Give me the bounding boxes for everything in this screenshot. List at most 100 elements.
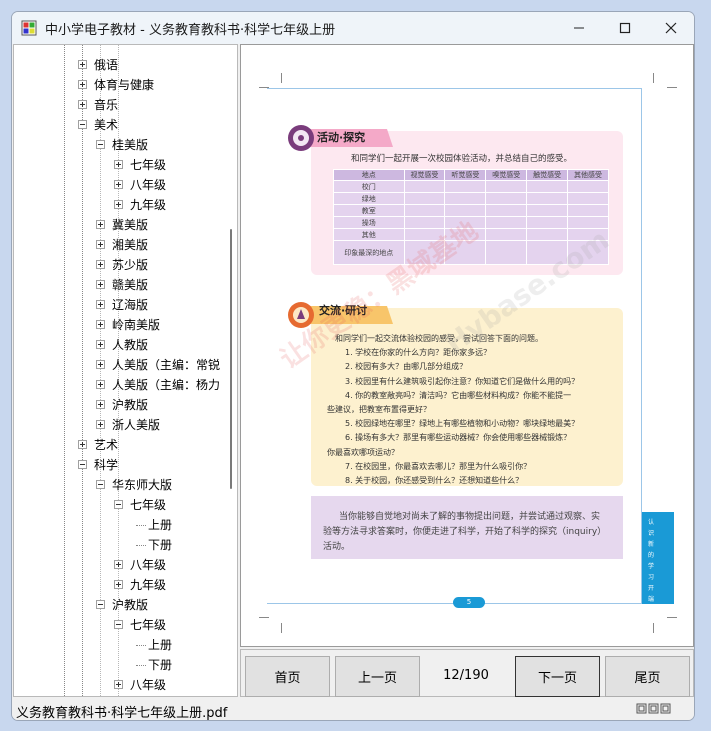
tree-node[interactable]: 沪教版: [14, 395, 229, 415]
collapse-icon[interactable]: [96, 480, 105, 489]
minimize-button[interactable]: [556, 12, 602, 44]
table-row: 绿地: [333, 192, 609, 205]
tree-node[interactable]: 音乐: [14, 95, 229, 115]
tree-node[interactable]: 苏少版: [14, 255, 229, 275]
collapse-icon[interactable]: [78, 460, 87, 469]
tree-node-label: 八年级: [130, 178, 167, 192]
collapse-icon[interactable]: [114, 500, 123, 509]
tree-node[interactable]: 八年级: [14, 675, 229, 695]
pdf-viewer[interactable]: 活动·探究 和同学们一起开展一次校园体验活动，并总结自己的感受。 地点 视觉感受听…: [240, 44, 694, 647]
table-header-cell: 嗅觉感受: [485, 169, 528, 181]
tree-node[interactable]: 七年级: [14, 495, 229, 515]
tree-node[interactable]: 科学: [14, 455, 229, 475]
tree-node[interactable]: 沪教版: [14, 595, 229, 615]
expand-icon[interactable]: [78, 100, 87, 109]
crop-mark: [281, 73, 282, 83]
tree-node-label: 艺术: [94, 438, 119, 452]
tree-node[interactable]: 七年级: [14, 155, 229, 175]
expand-icon[interactable]: [96, 380, 105, 389]
tree-node[interactable]: 湘美版: [14, 235, 229, 255]
tree-node[interactable]: 人美版（主编：常锐: [14, 355, 229, 375]
tree-node[interactable]: 下册: [14, 535, 229, 555]
app-window: 中小学电子教材 - 义务教育教科书·科学七年级上册 俄语 体育与健康 音乐 美术 桂美版…: [11, 11, 695, 721]
side-tab-char: 端: [648, 596, 655, 603]
expand-icon[interactable]: [96, 420, 105, 429]
note-line: 活动。: [323, 542, 351, 552]
expand-icon[interactable]: [114, 160, 123, 169]
table-header-cell: 地点: [333, 169, 405, 181]
maximize-button[interactable]: [602, 12, 648, 44]
side-tab-char: 开: [648, 585, 655, 592]
tree-node[interactable]: 艺术: [14, 435, 229, 455]
textbook-tree[interactable]: 俄语 体育与健康 音乐 美术 桂美版 七年级 八年级 九年级 冀美版 湘美版 苏少版 赣美版 辽海版 岭南…: [13, 44, 238, 697]
tree-node[interactable]: 八年级: [14, 555, 229, 575]
expand-icon[interactable]: [78, 440, 87, 449]
expand-icon[interactable]: [78, 80, 87, 89]
tree-node[interactable]: 上册: [14, 635, 229, 655]
expand-icon[interactable]: [114, 580, 123, 589]
tree-node-label: 七年级: [130, 618, 167, 632]
tree-node[interactable]: 桂美版: [14, 135, 229, 155]
expand-icon[interactable]: [96, 360, 105, 369]
exchange-line: 5. 校园绿地在哪里？绿地上有哪些植物和小动物？哪块绿地最美？: [345, 419, 580, 429]
tree-node-label: 岭南美版: [112, 318, 161, 332]
tree-node[interactable]: 美术: [14, 115, 229, 135]
page-navigation: 首页 上一页 12/190 下一页 尾页: [240, 649, 694, 697]
resize-grip-icon[interactable]: [636, 703, 672, 715]
tree-node[interactable]: 辽海版: [14, 295, 229, 315]
tree-node[interactable]: 华东师大版: [14, 475, 229, 495]
tree-node-label: 苏少版: [112, 258, 149, 272]
expand-icon[interactable]: [96, 300, 105, 309]
last-page-button[interactable]: 尾页: [605, 656, 690, 697]
tree-node-label: 华东师大版: [112, 478, 173, 492]
expand-icon[interactable]: [96, 280, 105, 289]
tree-node[interactable]: 八年级: [14, 175, 229, 195]
expand-icon[interactable]: [114, 200, 123, 209]
collapse-icon[interactable]: [78, 120, 87, 129]
crop-mark: [653, 623, 654, 633]
table-cell: [567, 180, 609, 193]
tree-node[interactable]: 人教版: [14, 335, 229, 355]
collapse-icon[interactable]: [96, 600, 105, 609]
note-line: 验等方法寻求答案时，你便走进了科学，开始了科学的探究（inquiry）: [323, 527, 607, 537]
table-cell: 操场: [333, 216, 405, 229]
crop-mark: [667, 617, 677, 618]
tree-node[interactable]: 冀美版: [14, 215, 229, 235]
collapse-icon[interactable]: [96, 140, 105, 149]
tree-node[interactable]: 岭南美版: [14, 315, 229, 335]
side-tab-char: 学: [648, 563, 655, 570]
expand-icon[interactable]: [114, 560, 123, 569]
expand-icon[interactable]: [96, 320, 105, 329]
exchange-line: 些建议，把教室布置得更好？: [327, 405, 431, 414]
close-button[interactable]: [648, 12, 694, 44]
tree-node[interactable]: 下册: [14, 655, 229, 675]
collapse-icon[interactable]: [114, 620, 123, 629]
expand-icon[interactable]: [96, 400, 105, 409]
tree-node[interactable]: 浙人美版: [14, 415, 229, 435]
tree-node[interactable]: 九年级: [14, 575, 229, 595]
expand-icon[interactable]: [114, 680, 123, 689]
expand-icon[interactable]: [96, 220, 105, 229]
exchange-line: 和同学们一起交流体验校园的感受，尝试回答下面的问题。: [335, 334, 543, 343]
tree-vertical-scrollbar[interactable]: [230, 229, 232, 489]
tree-node[interactable]: 人美版（主编：杨力: [14, 375, 229, 395]
tree-node[interactable]: 九年级: [14, 195, 229, 215]
expand-icon[interactable]: [96, 340, 105, 349]
tree-node-label: 科学: [94, 458, 119, 472]
previous-page-button[interactable]: 上一页: [335, 656, 420, 697]
tree-node[interactable]: 七年级: [14, 615, 229, 635]
title-bar[interactable]: 中小学电子教材 - 义务教育教科书·科学七年级上册: [12, 12, 694, 44]
expand-icon[interactable]: [114, 180, 123, 189]
expand-icon[interactable]: [78, 60, 87, 69]
crop-mark: [259, 617, 269, 618]
app-icon: [21, 20, 37, 36]
table-cell: [567, 192, 609, 205]
first-page-button[interactable]: 首页: [245, 656, 330, 697]
expand-icon[interactable]: [96, 240, 105, 249]
tree-node[interactable]: 赣美版: [14, 275, 229, 295]
tree-node[interactable]: 体育与健康: [14, 75, 229, 95]
expand-icon[interactable]: [96, 260, 105, 269]
tree-node[interactable]: 上册: [14, 515, 229, 535]
next-page-button[interactable]: 下一页: [515, 656, 600, 697]
tree-node[interactable]: 俄语: [14, 55, 229, 75]
